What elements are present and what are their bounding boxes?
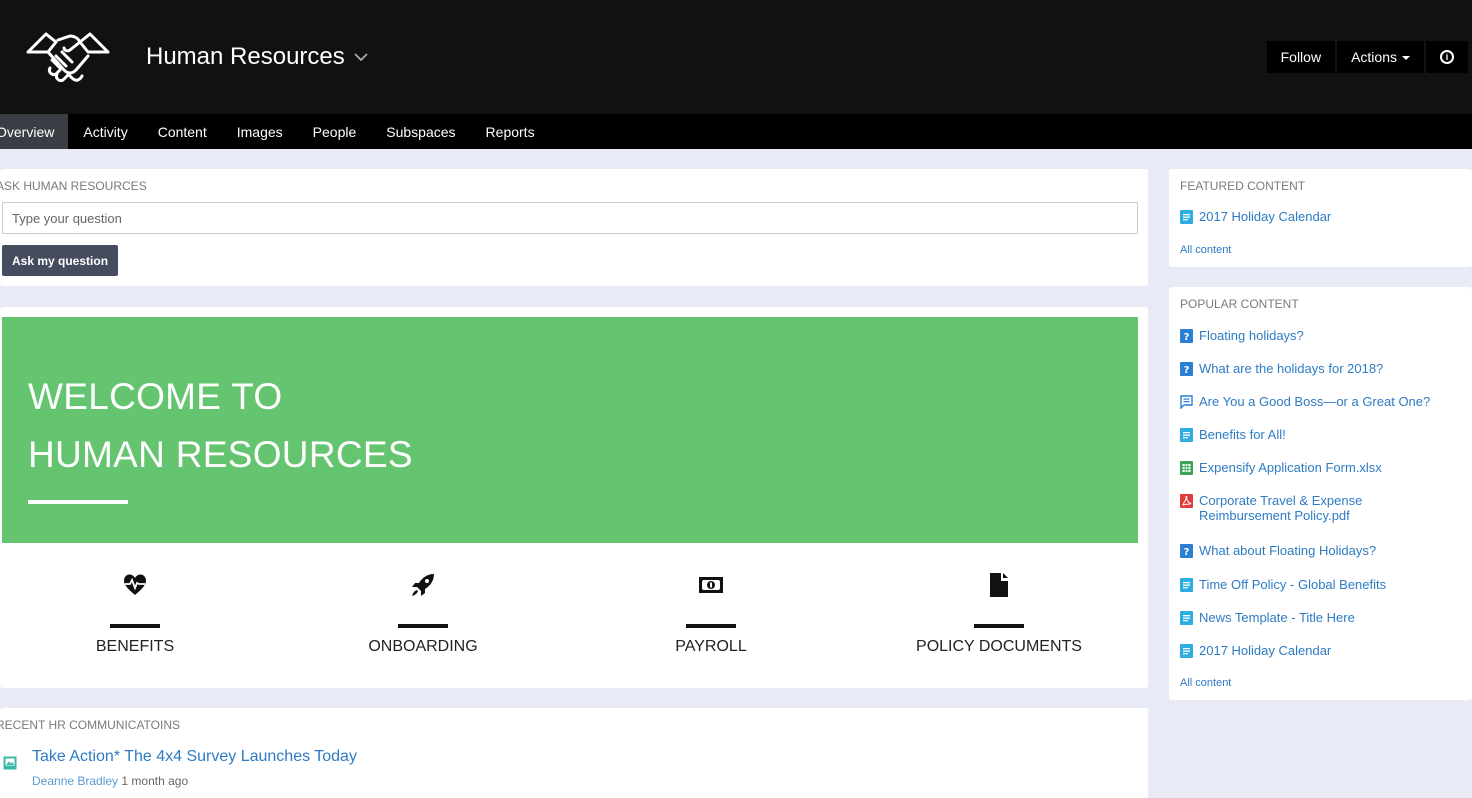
document-file-icon bbox=[1180, 578, 1193, 592]
ask-widget: ASK HUMAN RESOURCES Ask my question bbox=[0, 169, 1148, 286]
benefits-label: BENEFITS bbox=[95, 638, 175, 655]
ask-question-button[interactable]: Ask my question bbox=[2, 245, 119, 276]
tab-images[interactable]: Images bbox=[222, 114, 298, 149]
featured-content-widget: FEATURED CONTENT 2017 Holiday Calendar A… bbox=[1169, 169, 1472, 267]
recent-item-author[interactable]: Deanne Bradley bbox=[32, 774, 118, 788]
popular-item-title: 2017 Holiday Calendar bbox=[1199, 643, 1332, 658]
popular-item-title: Benefits for All! bbox=[1199, 427, 1286, 442]
popular-widget-title: POPULAR CONTENT bbox=[1180, 297, 1299, 311]
popular-item[interactable]: Time Off Policy - Global Benefits bbox=[1180, 577, 1386, 592]
question-icon: ? bbox=[1180, 362, 1193, 376]
tab-content[interactable]: Content bbox=[143, 114, 222, 149]
rocket-icon bbox=[412, 574, 434, 596]
featured-item[interactable]: 2017 Holiday Calendar bbox=[1180, 209, 1331, 224]
welcome-heading-line2: HUMAN RESOURCES bbox=[28, 434, 413, 475]
onboarding-link[interactable]: ONBOARDING bbox=[288, 572, 558, 656]
heading-underline bbox=[28, 500, 128, 504]
svg-text:?: ? bbox=[1184, 365, 1190, 376]
question-input[interactable] bbox=[2, 202, 1138, 234]
popular-item-title: Time Off Policy - Global Benefits bbox=[1199, 577, 1387, 592]
benefits-link[interactable]: BENEFITS bbox=[0, 572, 270, 656]
policy-documents-link[interactable]: POLICY DOCUMENTS bbox=[864, 572, 1134, 656]
pdf-icon bbox=[1180, 494, 1193, 508]
space-title-dropdown[interactable]: Human Resources bbox=[146, 43, 369, 71]
popular-item-title: Floating holidays? bbox=[1199, 328, 1304, 343]
payroll-link[interactable]: PAYROLL bbox=[576, 572, 846, 656]
onboarding-bar bbox=[398, 624, 448, 628]
document-file-icon bbox=[1180, 611, 1193, 625]
popular-item[interactable]: 2017 Holiday Calendar bbox=[1180, 643, 1331, 658]
space-nav: Overview Activity Content Images People … bbox=[0, 114, 1472, 149]
actions-label: Actions bbox=[1351, 49, 1397, 65]
handshake-logo-icon bbox=[26, 32, 110, 82]
spreadsheet-icon bbox=[1180, 461, 1193, 475]
popular-item-title-line2: Reimbursement Policy.pdf bbox=[1199, 508, 1350, 523]
tab-subspaces[interactable]: Subspaces bbox=[371, 114, 470, 149]
popular-item-title: News Template - Title Here bbox=[1199, 610, 1355, 625]
space-title: Human Resources bbox=[146, 43, 345, 70]
recent-item-meta: Deanne Bradley 1 month ago bbox=[32, 774, 188, 788]
heartbeat-icon bbox=[124, 574, 146, 595]
popular-all-content-link[interactable]: All content bbox=[1180, 677, 1231, 689]
svg-text:?: ? bbox=[1184, 332, 1190, 343]
welcome-heading-line1: WELCOME TO bbox=[28, 376, 283, 417]
popular-item[interactable]: Are You a Good Boss—or a Great One? bbox=[1180, 394, 1430, 409]
popular-item-title: Expensify Application Form.xlsx bbox=[1199, 460, 1382, 475]
svg-text:?: ? bbox=[1184, 547, 1190, 558]
question-icon: ? bbox=[1180, 544, 1193, 558]
payroll-label: PAYROLL bbox=[675, 638, 747, 655]
tab-overview[interactable]: Overview bbox=[0, 114, 69, 149]
popular-item-title: What are the holidays for 2018? bbox=[1199, 361, 1384, 376]
popular-content-widget: POPULAR CONTENT ? Floating holidays? ? W… bbox=[1169, 287, 1472, 700]
welcome-banner: WELCOME TO HUMAN RESOURCES bbox=[2, 317, 1138, 543]
tab-reports[interactable]: Reports bbox=[471, 114, 550, 149]
news-image-icon bbox=[3, 756, 17, 770]
popular-item[interactable]: ? What are the holidays for 2018? bbox=[1180, 361, 1383, 376]
document-file-icon bbox=[1180, 428, 1193, 442]
caret-down-icon bbox=[1402, 56, 1410, 60]
popular-item[interactable]: ? Floating holidays? bbox=[1180, 328, 1304, 343]
info-icon: i bbox=[1440, 50, 1454, 64]
popular-item[interactable]: Expensify Application Form.xlsx bbox=[1180, 460, 1382, 475]
document-icon bbox=[990, 573, 1008, 597]
featured-item-title: 2017 Holiday Calendar bbox=[1199, 209, 1332, 224]
popular-item[interactable]: Benefits for All! bbox=[1180, 427, 1286, 442]
recent-item-title[interactable]: Take Action* The 4x4 Survey Launches Tod… bbox=[32, 748, 357, 766]
money-bill-icon bbox=[699, 577, 723, 593]
payroll-bar bbox=[686, 624, 736, 628]
popular-item[interactable]: News Template - Title Here bbox=[1180, 610, 1355, 625]
recent-item-time: 1 month ago bbox=[121, 774, 189, 788]
benefits-bar bbox=[110, 624, 160, 628]
recent-communications-widget: RECENT HR COMMUNICATOINS Take Action* Th… bbox=[0, 708, 1148, 798]
welcome-widget: WELCOME TO HUMAN RESOURCES BENEFITS ONBO… bbox=[0, 307, 1148, 688]
document-file-icon bbox=[1180, 644, 1193, 658]
follow-label: Follow bbox=[1280, 49, 1322, 65]
follow-button[interactable]: Follow bbox=[1266, 41, 1336, 73]
featured-all-content-link[interactable]: All content bbox=[1180, 244, 1231, 256]
space-header: Human Resources Follow Actions i bbox=[0, 0, 1472, 114]
policy-documents-bar bbox=[974, 624, 1024, 628]
chevron-down-icon bbox=[354, 53, 368, 62]
popular-item-title: What about Floating Holidays? bbox=[1199, 543, 1377, 558]
question-icon: ? bbox=[1180, 329, 1193, 343]
featured-widget-title: FEATURED CONTENT bbox=[1180, 179, 1306, 193]
discussion-icon bbox=[1180, 395, 1193, 409]
popular-item-title: Corporate Travel & Expense bbox=[1199, 493, 1363, 508]
popular-item[interactable]: ? What about Floating Holidays? bbox=[1180, 543, 1376, 558]
popular-item[interactable]: Corporate Travel & Expense Reimbursement… bbox=[1180, 493, 1362, 523]
document-file-icon bbox=[1180, 210, 1193, 224]
ask-widget-title: ASK HUMAN RESOURCES bbox=[0, 179, 147, 193]
policy-documents-label: POLICY DOCUMENTS bbox=[916, 638, 1082, 655]
actions-menu-button[interactable]: Actions bbox=[1337, 41, 1424, 73]
tab-people[interactable]: People bbox=[298, 114, 372, 149]
onboarding-label: ONBOARDING bbox=[368, 638, 478, 655]
tab-activity[interactable]: Activity bbox=[68, 114, 142, 149]
info-button[interactable]: i bbox=[1426, 41, 1468, 73]
recent-widget-title: RECENT HR COMMUNICATOINS bbox=[0, 718, 181, 732]
popular-item-title: Are You a Good Boss—or a Great One? bbox=[1199, 394, 1431, 409]
